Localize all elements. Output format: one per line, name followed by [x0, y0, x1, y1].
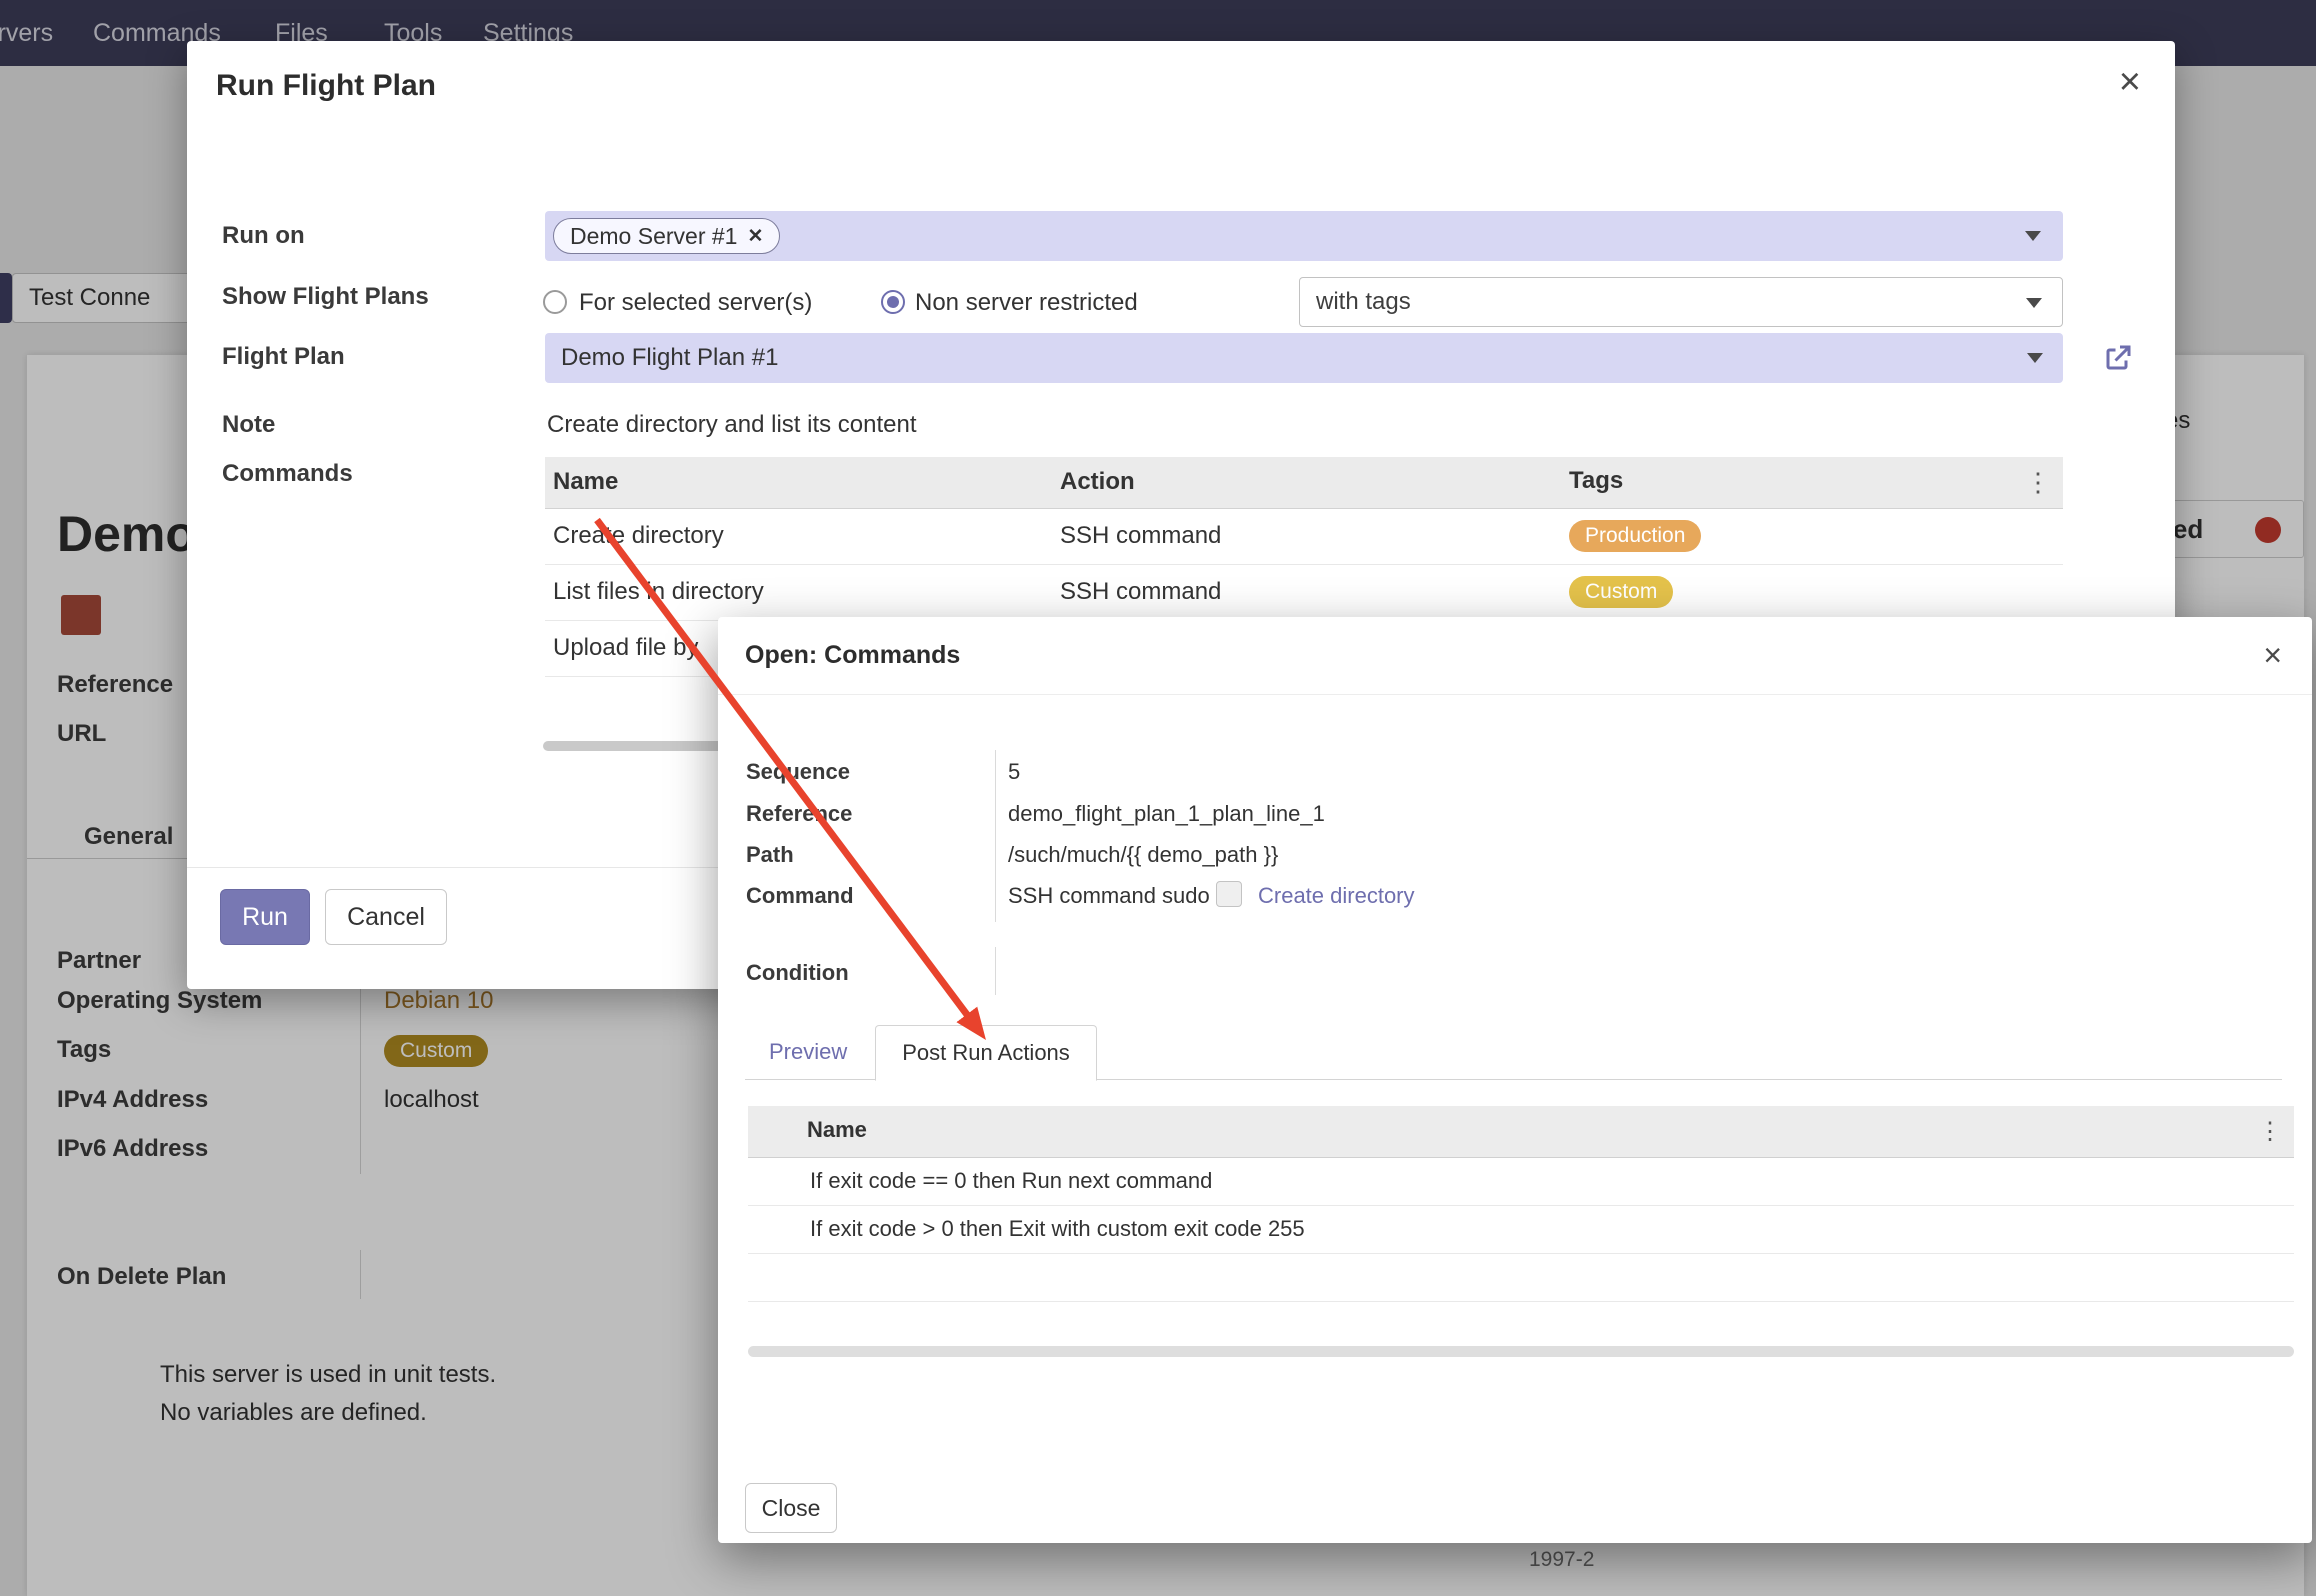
server-chip-label: Demo Server #1 — [570, 223, 737, 250]
with-tags-value: with tags — [1316, 288, 1411, 315]
kebab-menu-icon[interactable]: ⋮ — [2258, 1117, 2282, 1146]
command-label: Command — [746, 882, 854, 910]
command-value: SSH command sudo — [1008, 882, 1210, 910]
with-tags-select[interactable]: with tags — [1299, 277, 2063, 327]
cell-empty — [748, 1253, 2294, 1301]
reference-label: Reference — [746, 800, 852, 828]
modal-header: Open: Commands × — [718, 617, 2312, 695]
create-directory-link[interactable]: Create directory — [1258, 882, 1415, 910]
chevron-down-icon[interactable] — [2025, 231, 2041, 241]
path-label: Path — [746, 841, 794, 869]
chevron-down-icon — [2027, 353, 2043, 363]
radio-for-selected-servers[interactable] — [543, 290, 567, 314]
commands-table-header: Name Action Tags ⋮ — [545, 457, 2063, 508]
modal-title: Run Flight Plan — [216, 69, 436, 103]
flight-plan-value: Demo Flight Plan #1 — [561, 344, 778, 371]
cell-name[interactable]: List files in directory — [545, 564, 1052, 620]
tag-badge-production: Production — [1569, 520, 1701, 552]
cell-action-name[interactable]: If exit code > 0 then Exit with custom e… — [748, 1205, 2294, 1253]
external-link-icon[interactable] — [2099, 341, 2135, 377]
field-column-divider — [995, 750, 996, 922]
show-flight-plans-label: Show Flight Plans — [222, 282, 429, 312]
path-value: /such/much/{{ demo_path }} — [1008, 841, 1278, 869]
flight-plan-label: Flight Plan — [222, 342, 345, 372]
cell-name[interactable]: Create directory — [545, 508, 1052, 564]
column-header-name[interactable]: Name ⋮ — [748, 1106, 2294, 1157]
remove-chip-icon[interactable]: ✕ — [747, 225, 763, 248]
post-run-actions-table: Name ⋮ If exit code == 0 then Run next co… — [748, 1106, 2294, 1302]
condition-label: Condition — [746, 959, 849, 987]
radio-non-server-restricted-label[interactable]: Non server restricted — [915, 288, 1138, 318]
close-icon[interactable]: × — [2263, 639, 2282, 671]
flight-plan-select[interactable]: Demo Flight Plan #1 — [545, 333, 2063, 383]
notebook-tabs: Preview Post Run Actions — [745, 1025, 2282, 1080]
server-chip[interactable]: Demo Server #1 ✕ — [553, 218, 780, 254]
radio-for-selected-servers-label[interactable]: For selected server(s) — [579, 288, 812, 318]
commands-label: Commands — [222, 459, 353, 489]
radio-non-server-restricted[interactable] — [881, 290, 905, 314]
cell-action[interactable]: SSH command — [1052, 508, 1561, 564]
cell-tags[interactable]: Production — [1561, 508, 2063, 564]
run-on-multiselect[interactable]: Demo Server #1 ✕ — [545, 211, 2063, 261]
column-header-name[interactable]: Name — [545, 457, 1052, 508]
table-row[interactable]: If exit code == 0 then Run next command — [748, 1157, 2294, 1205]
table-row[interactable]: List files in directory SSH command Cust… — [545, 564, 2063, 620]
run-button[interactable]: Run — [220, 889, 310, 945]
cell-action[interactable]: SSH command — [1052, 564, 1561, 620]
note-value: Create directory and list its content — [547, 410, 917, 440]
column-header-name-label: Name — [807, 1117, 867, 1142]
column-header-tags-label: Tags — [1569, 467, 1623, 494]
cell-action-name[interactable]: If exit code == 0 then Run next command — [748, 1157, 2294, 1205]
sequence-label: Sequence — [746, 758, 850, 786]
tag-badge-custom: Custom — [1569, 576, 1673, 608]
table-row[interactable]: If exit code > 0 then Exit with custom e… — [748, 1205, 2294, 1253]
sequence-value: 5 — [1008, 758, 1020, 786]
field-column-divider — [995, 947, 996, 995]
kebab-menu-icon[interactable]: ⋮ — [2025, 467, 2051, 498]
close-button[interactable]: Close — [745, 1483, 837, 1533]
reference-value: demo_flight_plan_1_plan_line_1 — [1008, 800, 1325, 828]
column-header-action[interactable]: Action — [1052, 457, 1561, 508]
close-icon[interactable]: × — [2119, 63, 2141, 101]
tab-preview[interactable]: Preview — [745, 1025, 871, 1079]
post-run-table-header: Name ⋮ — [748, 1106, 2294, 1157]
cancel-button[interactable]: Cancel — [325, 889, 447, 945]
note-label: Note — [222, 410, 275, 440]
horizontal-scrollbar-track[interactable] — [748, 1346, 2294, 1357]
run-on-label: Run on — [222, 221, 305, 251]
table-row-empty — [748, 1253, 2294, 1301]
screen: Servers Commands Files Tools Settings Te… — [0, 0, 2316, 1596]
tab-post-run-actions[interactable]: Post Run Actions — [875, 1025, 1097, 1081]
create-directory-checkbox[interactable] — [1216, 881, 1242, 907]
chevron-down-icon — [2026, 298, 2042, 308]
table-row[interactable]: Create directory SSH command Production — [545, 508, 2063, 564]
column-header-tags[interactable]: Tags ⋮ — [1561, 457, 2063, 508]
open-commands-modal: Open: Commands × Sequence 5 Reference de… — [718, 617, 2312, 1543]
cell-tags[interactable]: Custom — [1561, 564, 2063, 620]
modal-title: Open: Commands — [745, 641, 960, 670]
